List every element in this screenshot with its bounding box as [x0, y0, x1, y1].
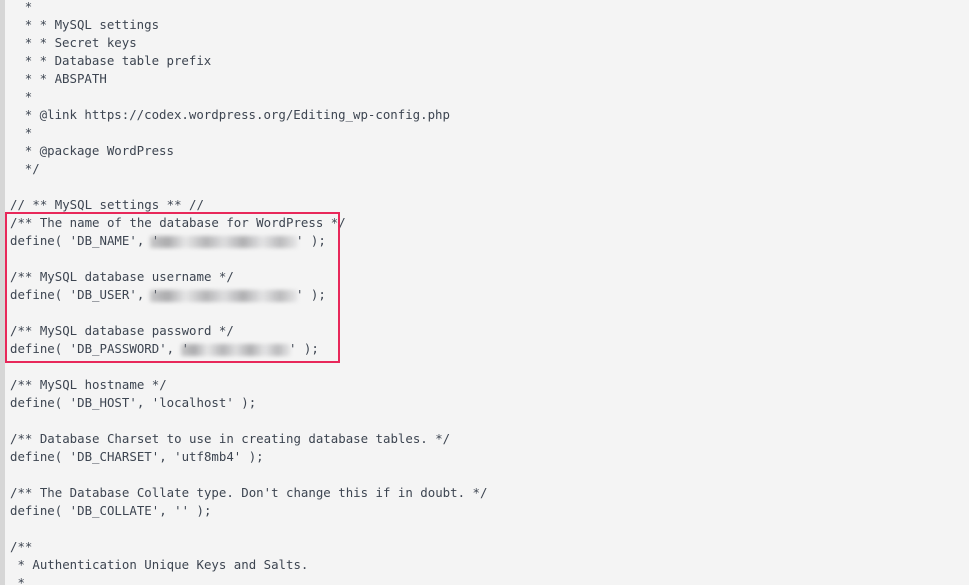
- left-gutter-strip: [0, 0, 5, 585]
- code-line: /**: [10, 539, 33, 554]
- code-line: * * Database table prefix: [17, 53, 212, 68]
- code-line-db-collate-comment: /** The Database Collate type. Don't cha…: [10, 485, 488, 500]
- code-line: *: [17, 0, 33, 14]
- db-user-value-redacted: [150, 290, 298, 302]
- code-line-link: * @link https://codex.wordpress.org/Edit…: [17, 107, 450, 122]
- code-line-db-user-comment: /** MySQL database username */: [10, 269, 234, 284]
- code-line-db-user-suffix: ' );: [296, 287, 326, 302]
- code-line: *: [17, 125, 33, 140]
- code-line: *: [10, 575, 25, 585]
- code-editor-surface[interactable]: * * * MySQL settings * * Secret keys * *…: [0, 0, 969, 585]
- code-line-db-charset-comment: /** Database Charset to use in creating …: [10, 431, 451, 446]
- code-line: * * MySQL settings: [17, 17, 160, 32]
- code-line: * @package WordPress: [17, 143, 174, 158]
- code-line-db-collate-define: define( 'DB_COLLATE', '' );: [10, 503, 212, 518]
- code-line-db-name-define: define( 'DB_NAME', ': [10, 233, 160, 248]
- code-line: * * ABSPATH: [17, 71, 107, 86]
- code-line: */: [17, 161, 40, 176]
- code-line-db-host-comment: /** MySQL hostname */: [10, 377, 167, 392]
- code-line-db-password-comment: /** MySQL database password */: [10, 323, 234, 338]
- code-line-db-password-define: define( 'DB_PASSWORD', ': [10, 341, 190, 356]
- code-line-mysql-settings-header: // ** MySQL settings ** //: [10, 197, 204, 212]
- code-line-db-name-suffix: ' );: [296, 233, 326, 248]
- db-name-value-redacted: [150, 236, 298, 248]
- screenshot-root: * * * MySQL settings * * Secret keys * *…: [0, 0, 969, 585]
- code-line-db-charset-define: define( 'DB_CHARSET', 'utf8mb4' );: [10, 449, 264, 464]
- code-line-db-password-suffix: ' );: [289, 341, 319, 356]
- code-line-db-host-define: define( 'DB_HOST', 'localhost' );: [10, 395, 257, 410]
- db-password-value-redacted: [181, 344, 291, 356]
- code-line: *: [17, 89, 33, 104]
- code-line-auth-keys-title: * Authentication Unique Keys and Salts.: [10, 557, 309, 572]
- code-line-db-name-comment: /** The name of the database for WordPre…: [10, 215, 346, 230]
- code-line-db-user-define: define( 'DB_USER', ': [10, 287, 160, 302]
- code-line: * * Secret keys: [17, 35, 137, 50]
